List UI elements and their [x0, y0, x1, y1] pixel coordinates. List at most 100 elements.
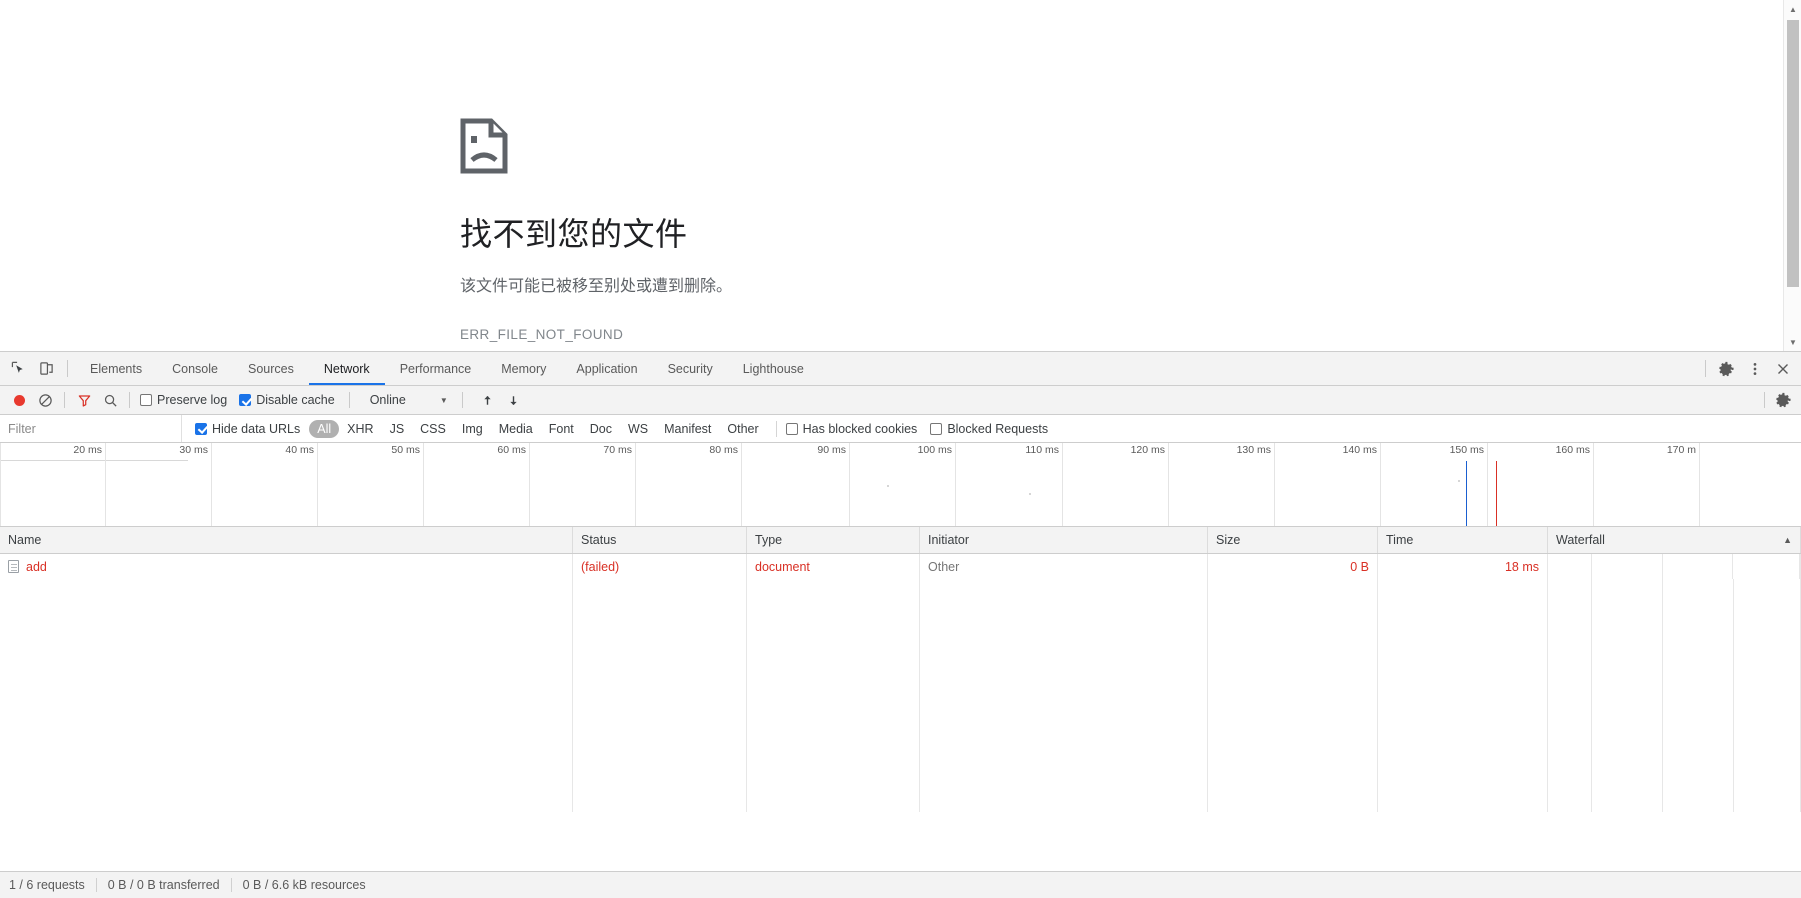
page-scrollbar[interactable]: ▲ ▼ — [1783, 0, 1801, 351]
has-blocked-cookies-label: Has blocked cookies — [802, 421, 918, 436]
tick-label: 80 ms — [709, 444, 738, 456]
timeline-tick: 130 ms — [1237, 443, 1275, 526]
hide-data-urls-checkbox[interactable]: Hide data URLs — [195, 422, 300, 436]
preserve-log-label: Preserve log — [157, 393, 228, 407]
resources-size: 0 B / 6.6 kB resources — [242, 878, 366, 892]
inspect-cursor-icon[interactable] — [4, 355, 32, 383]
column-label: Time — [1386, 533, 1414, 547]
sad-file-icon — [460, 118, 508, 174]
preserve-log-checkbox[interactable]: Preserve log — [140, 393, 227, 407]
blocked-requests-label: Blocked Requests — [947, 421, 1049, 436]
search-icon[interactable] — [97, 388, 123, 412]
disable-cache-checkbox[interactable]: Disable cache — [239, 393, 335, 407]
cell-name[interactable]: add — [0, 554, 573, 579]
tab-sources[interactable]: Sources — [233, 352, 309, 385]
tab-label: Network — [323, 361, 370, 376]
chevron-down-icon: ▼ — [439, 395, 448, 405]
type-filter-img[interactable]: Img — [454, 420, 491, 438]
checkbox-box[interactable] — [785, 422, 798, 435]
tab-console[interactable]: Console — [157, 352, 233, 385]
table-body: add (failed) document Other 0 B 18 ms — [0, 554, 1801, 812]
sort-ascending-icon[interactable]: ▲ — [1783, 535, 1792, 545]
tab-label: Sources — [247, 361, 294, 376]
tick-label: 40 ms — [285, 444, 314, 456]
tick-label: 110 ms — [1025, 444, 1059, 456]
tick-label: 70 ms — [603, 444, 632, 456]
cell-initiator[interactable]: Other — [920, 554, 1208, 579]
has-blocked-cookies-checkbox[interactable]: Has blocked cookies — [785, 421, 918, 436]
type-filter-font[interactable]: Font — [541, 420, 582, 438]
timeline-tick: 50 ms — [391, 443, 424, 526]
tick-label: 100 ms — [917, 444, 952, 456]
column-label: Waterfall — [1556, 533, 1605, 547]
devtools-tab-list: Elements Console Sources Network Perform… — [75, 352, 819, 385]
tick-label: 130 ms — [1236, 444, 1271, 456]
timeline-tick: 10 ms — [0, 443, 1, 526]
column-header-name[interactable]: Name — [0, 527, 573, 553]
tab-label: Lighthouse — [742, 361, 804, 376]
tab-performance[interactable]: Performance — [385, 352, 487, 385]
tick-label: 30 ms — [179, 444, 208, 456]
document-file-icon — [8, 560, 19, 573]
type-filter-all[interactable]: All — [309, 419, 340, 438]
network-throttling-select[interactable]: Online ▼ — [370, 393, 448, 407]
kebab-menu-icon[interactable] — [1741, 355, 1769, 383]
tab-network[interactable]: Network — [308, 352, 385, 385]
type-filter-ws[interactable]: WS — [620, 420, 656, 438]
checkbox-box[interactable] — [140, 394, 152, 406]
type-filter-js[interactable]: JS — [382, 420, 413, 438]
column-header-waterfall[interactable]: Waterfall ▲ — [1548, 527, 1801, 553]
column-header-size[interactable]: Size — [1208, 527, 1378, 553]
search-input[interactable] — [0, 415, 182, 442]
scroll-down-arrow-icon[interactable]: ▼ — [1784, 333, 1801, 351]
tick-label: 60 ms — [497, 444, 526, 456]
tab-elements[interactable]: Elements — [75, 352, 157, 385]
error-page-content: 找不到您的文件 该文件可能已被移至别处或遭到删除。 ERR_FILE_NOT_F… — [460, 118, 1160, 342]
scroll-up-arrow-icon[interactable]: ▲ — [1784, 0, 1801, 18]
funnel-filter-icon[interactable] — [71, 388, 97, 412]
checkbox-box[interactable] — [195, 422, 207, 435]
network-request-table: Name Status Type Initiator Size Time Wat… — [0, 527, 1801, 812]
column-header-initiator[interactable]: Initiator — [920, 527, 1208, 553]
device-toolbar-icon[interactable] — [32, 355, 60, 383]
network-overview-timeline[interactable]: 10 ms 20 ms 30 ms 40 ms 50 ms 60 ms 70 m… — [0, 443, 1801, 527]
tab-lighthouse[interactable]: Lighthouse — [728, 352, 819, 385]
type-filter-media[interactable]: Media — [491, 420, 541, 438]
blocked-requests-checkbox[interactable]: Blocked Requests — [930, 422, 1048, 436]
column-header-time[interactable]: Time — [1378, 527, 1548, 553]
throttling-value: Online — [369, 393, 406, 407]
export-har-icon[interactable] — [501, 388, 527, 412]
clear-no-entry-icon[interactable] — [32, 388, 58, 412]
timeline-tick: 40 ms — [285, 443, 318, 526]
column-header-status[interactable]: Status — [573, 527, 747, 553]
record-button-icon[interactable] — [6, 388, 32, 412]
import-har-icon[interactable] — [475, 388, 501, 412]
gear-icon[interactable] — [1713, 355, 1741, 383]
toolbar-divider — [775, 420, 777, 437]
tab-memory[interactable]: Memory — [486, 352, 561, 385]
column-header-type[interactable]: Type — [747, 527, 920, 553]
close-icon[interactable] — [1769, 355, 1797, 383]
tab-security[interactable]: Security — [653, 352, 728, 385]
tick-label: 20 ms — [73, 444, 102, 456]
tick-label: 120 ms — [1130, 444, 1165, 456]
checkbox-box[interactable] — [930, 422, 943, 435]
timeline-tick: 20 ms — [73, 443, 106, 526]
overview-marker-dot — [1029, 493, 1031, 495]
transferred-size: 0 B / 0 B transferred — [107, 878, 220, 892]
dom-content-loaded-marker — [1466, 461, 1467, 526]
tab-application[interactable]: Application — [561, 352, 652, 385]
type-filter-css[interactable]: CSS — [412, 420, 454, 438]
type-filter-manifest[interactable]: Manifest — [656, 420, 719, 438]
type-filter-doc[interactable]: Doc — [582, 420, 620, 438]
type-filter-other[interactable]: Other — [719, 420, 766, 438]
checkbox-box[interactable] — [239, 394, 252, 406]
network-filter-bar: Hide data URLs All XHR JS CSS Img Media … — [0, 415, 1801, 443]
resource-type-filters: All XHR JS CSS Img Media Font Doc WS Man… — [309, 419, 766, 438]
table-row[interactable]: add (failed) document Other 0 B 18 ms — [0, 554, 1801, 579]
timeline-tick: 170 m — [1667, 443, 1700, 526]
scrollbar-thumb[interactable] — [1787, 20, 1799, 287]
network-settings-gear-icon[interactable] — [1771, 388, 1797, 412]
type-filter-xhr[interactable]: XHR — [339, 420, 381, 438]
tick-label: 160 ms — [1555, 444, 1590, 456]
